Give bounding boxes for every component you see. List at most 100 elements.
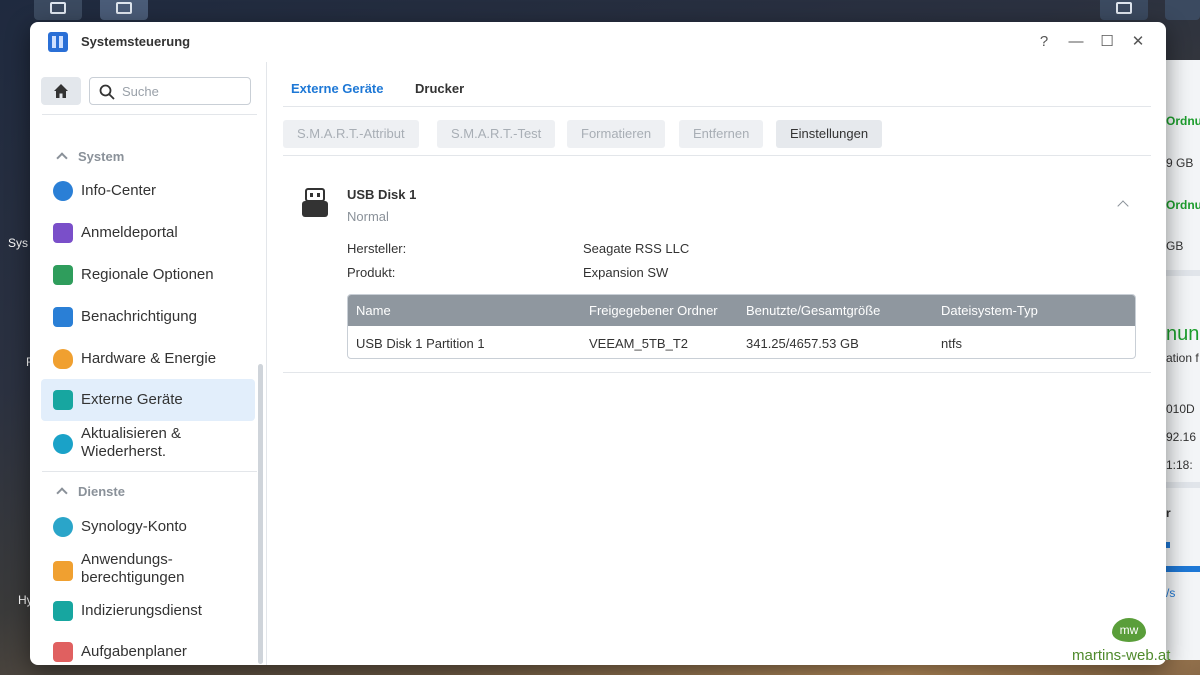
bg-info-text: 92.16 bbox=[1166, 430, 1197, 444]
table-cell: 341.25/4657.53 GB bbox=[746, 336, 859, 351]
table-cell: USB Disk 1 Partition 1 bbox=[356, 336, 485, 351]
usb-drive-icon bbox=[302, 188, 328, 217]
sidebar-item-indexing-service[interactable]: Indizierungsdienst bbox=[41, 590, 255, 632]
bg-progress-bar bbox=[1160, 566, 1200, 572]
grid-icon bbox=[50, 2, 66, 14]
chevron-up-icon[interactable] bbox=[1117, 200, 1129, 212]
sidebar-item-label: Synology-Konto bbox=[81, 518, 187, 535]
tab-divider bbox=[283, 106, 1151, 107]
sidebar-item-label-line2: Wiederherst. bbox=[81, 443, 167, 460]
regional-options-icon bbox=[53, 265, 73, 285]
sidebar: System Info-Center Anmeldeportal Regiona… bbox=[30, 62, 267, 665]
smart-attribute-button[interactable]: S.M.A.R.T.-Attribut bbox=[283, 120, 419, 148]
external-device-icon bbox=[53, 390, 73, 410]
bg-heading-text: nung bbox=[1166, 323, 1200, 345]
desktop-taskbar bbox=[0, 0, 1200, 20]
chevron-up-icon bbox=[56, 487, 68, 499]
home-button[interactable] bbox=[41, 77, 81, 105]
product-value: Expansion SW bbox=[583, 265, 669, 280]
taskbar-control-panel-button[interactable] bbox=[100, 0, 148, 20]
login-portal-icon bbox=[53, 223, 73, 243]
sidebar-item-label: Info-Center bbox=[81, 182, 157, 199]
sidebar-divider bbox=[42, 471, 257, 472]
search-input[interactable] bbox=[122, 82, 242, 100]
search-field[interactable] bbox=[89, 77, 251, 105]
sidebar-item-regional-options[interactable]: Regionale Optionen bbox=[41, 254, 255, 296]
column-header-filesystem-type[interactable]: Dateisystem-Typ bbox=[941, 303, 1038, 318]
column-header-name[interactable]: Name bbox=[356, 303, 391, 318]
bg-separator bbox=[1160, 270, 1200, 276]
sidebar-item-label: Anmeldeportal bbox=[81, 224, 178, 241]
taskbar-widgets-button[interactable] bbox=[1100, 0, 1148, 20]
sidebar-divider bbox=[42, 114, 257, 115]
sidebar-item-label-line1: Anwendungs- bbox=[81, 551, 173, 568]
tab-external-devices[interactable]: Externe Geräte bbox=[291, 81, 384, 96]
window-title: Systemsteuerung bbox=[81, 34, 191, 49]
sidebar-item-label: Aufgabenplaner bbox=[81, 643, 187, 660]
synology-account-icon bbox=[53, 517, 73, 537]
info-icon bbox=[53, 181, 73, 201]
sidebar-item-login-portal[interactable]: Anmeldeportal bbox=[41, 212, 255, 254]
settings-button[interactable]: Einstellungen bbox=[776, 120, 883, 148]
bg-separator bbox=[1160, 482, 1200, 488]
sidebar-item-label: Hardware & Energie bbox=[81, 350, 217, 367]
sidebar-item-app-permissions[interactable]: Anwendungs- berechtigungen bbox=[41, 548, 255, 594]
sidebar-item-label: Benachrichtigung bbox=[81, 308, 197, 325]
widgets-icon bbox=[1116, 2, 1132, 14]
sidebar-item-task-scheduler[interactable]: Aufgabenplaner bbox=[41, 631, 255, 665]
bg-info-text: ation f bbox=[1166, 351, 1199, 365]
sidebar-item-notification[interactable]: Benachrichtigung bbox=[41, 296, 255, 338]
home-icon bbox=[54, 84, 68, 98]
watermark: mw martins-web.at bbox=[1072, 618, 1192, 668]
section-header-system[interactable]: System bbox=[54, 149, 124, 164]
sidebar-item-update-restore[interactable]: Aktualisieren & Wiederherst. bbox=[41, 422, 255, 468]
remove-button[interactable]: Entfernen bbox=[679, 120, 764, 148]
column-header-used-total-size[interactable]: Benutzte/Gesamtgröße bbox=[746, 303, 880, 318]
help-button[interactable]: ? bbox=[1033, 32, 1055, 52]
chevron-up-icon bbox=[56, 152, 68, 164]
window-titlebar[interactable]: Systemsteuerung ? — ☐ ✕ bbox=[30, 22, 1166, 62]
section-title: System bbox=[78, 149, 125, 164]
table-cell: ntfs bbox=[941, 336, 962, 351]
notification-icon bbox=[53, 307, 73, 327]
desktop-shortcut-label[interactable]: Sys bbox=[8, 236, 28, 250]
sidebar-item-synology-account[interactable]: Synology-Konto bbox=[41, 506, 255, 548]
background-window: Ordnu 9 GB Ordnu GB nung ation f 010D 92… bbox=[1160, 60, 1200, 660]
sidebar-item-label-line1: Aktualisieren & bbox=[81, 425, 182, 442]
bg-size-text: GB bbox=[1166, 239, 1184, 253]
smart-test-button[interactable]: S.M.A.R.T.-Test bbox=[437, 120, 556, 148]
main-content: Externe Geräte Drucker S.M.A.R.T.-Attrib… bbox=[267, 62, 1166, 665]
content-divider bbox=[283, 155, 1151, 156]
product-label: Produkt: bbox=[347, 265, 396, 280]
update-restore-icon bbox=[53, 434, 73, 454]
format-button[interactable]: Formatieren bbox=[567, 120, 666, 148]
watermark-logo: mw bbox=[1112, 618, 1146, 642]
sidebar-item-hardware-energy[interactable]: Hardware & Energie bbox=[41, 338, 255, 380]
sidebar-item-info-center[interactable]: Info-Center bbox=[41, 170, 255, 212]
manufacturer-value: Seagate RSS LLC bbox=[583, 241, 690, 256]
minimize-button[interactable]: — bbox=[1065, 32, 1087, 52]
bg-heading-text: r bbox=[1166, 506, 1171, 520]
sidebar-scrollbar[interactable] bbox=[258, 364, 263, 664]
sidebar-item-label: Regionale Optionen bbox=[81, 266, 214, 283]
maximize-button[interactable]: ☐ bbox=[1096, 32, 1118, 52]
sidebar-item-external-devices[interactable]: Externe Geräte bbox=[41, 379, 255, 421]
tab-printers[interactable]: Drucker bbox=[415, 81, 464, 96]
close-button[interactable]: ✕ bbox=[1127, 32, 1149, 52]
bg-info-text: 010D bbox=[1166, 402, 1195, 416]
control-panel-icon bbox=[48, 32, 68, 52]
search-icon bbox=[99, 84, 115, 100]
calendar-icon bbox=[53, 642, 73, 662]
bg-size-text: 9 GB bbox=[1166, 156, 1194, 170]
manufacturer-label: Hersteller: bbox=[347, 241, 407, 256]
taskbar-notifications-button[interactable] bbox=[1165, 0, 1200, 20]
column-header-shared-folder[interactable]: Freigegebener Ordner bbox=[589, 303, 718, 318]
device-name: USB Disk 1 bbox=[347, 187, 417, 202]
section-header-services[interactable]: Dienste bbox=[54, 484, 125, 499]
device-status: Normal bbox=[347, 209, 389, 224]
table-cell: VEEAM_5TB_T2 bbox=[589, 336, 688, 351]
bg-status-text: Ordnu bbox=[1166, 114, 1200, 128]
taskbar-main-menu-button[interactable] bbox=[34, 0, 82, 20]
bulb-icon bbox=[53, 349, 73, 369]
partition-table: Name Freigegebener Ordner Benutzte/Gesam… bbox=[347, 294, 1136, 359]
